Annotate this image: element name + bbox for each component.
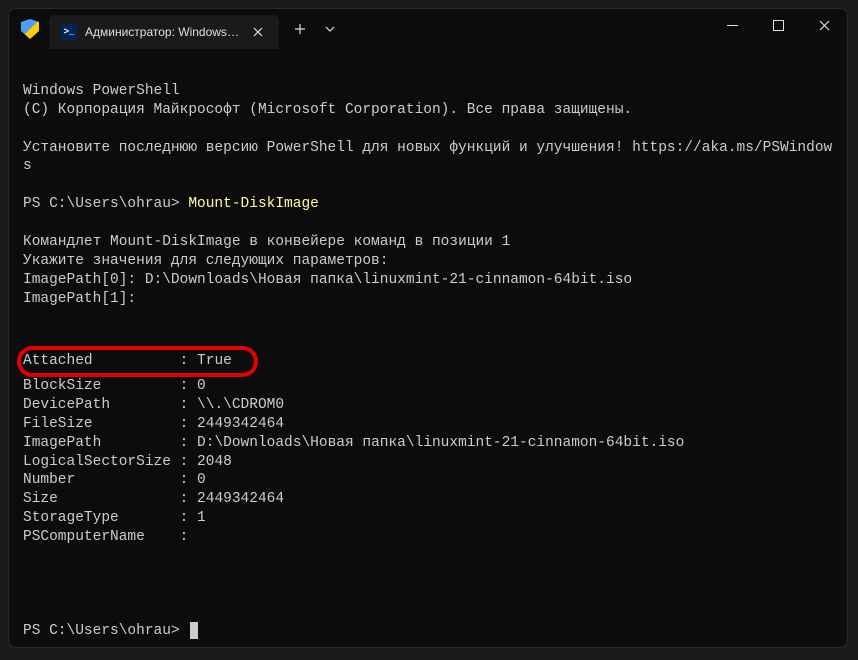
attached-value: True (188, 353, 232, 369)
cmdlet-line-3: ImagePath[0]: D:\Downloads\Новая папка\l… (23, 272, 632, 288)
terminal-output[interactable]: Windows PowerShell (C) Корпорация Майкро… (9, 49, 847, 648)
cmdlet-line-4: ImagePath[1]: (23, 291, 136, 307)
window-controls (709, 9, 847, 49)
prompt-path-2: PS C:\Users\ohrau> (23, 623, 188, 639)
number-key: Number (23, 472, 171, 488)
cmdlet-line-2: Укажите значения для следующих параметро… (23, 253, 388, 269)
logicalsector-key: LogicalSectorSize (23, 454, 171, 470)
attached-key: Attached (23, 353, 171, 369)
blocksize-key: BlockSize (23, 378, 171, 394)
titlebar: >_ Администратор: Windows Pc (9, 9, 847, 49)
devicepath-key: DevicePath (23, 397, 171, 413)
pscomputer-key: PSComputerName (23, 529, 171, 545)
blocksize-value: 0 (188, 378, 205, 394)
filesize-key: FileSize (23, 416, 171, 432)
close-tab-icon[interactable] (249, 23, 267, 41)
header-line-1: Windows PowerShell (23, 83, 180, 99)
prompt-path-1: PS C:\Users\ohrau> (23, 196, 188, 212)
tab-title: Администратор: Windows Pc (85, 25, 239, 39)
terminal-window: >_ Администратор: Windows Pc Windows Pow… (8, 8, 848, 648)
tab-active[interactable]: >_ Администратор: Windows Pc (49, 15, 279, 49)
size-key: Size (23, 491, 171, 507)
size-value: 2449342464 (188, 491, 284, 507)
new-tab-button[interactable] (285, 14, 315, 44)
header-line-2: (C) Корпорация Майкрософт (Microsoft Cor… (23, 102, 632, 118)
install-message: Установите последнюю версию PowerShell д… (23, 140, 832, 175)
filesize-value: 2449342464 (188, 416, 284, 432)
storagetype-value: 1 (188, 510, 205, 526)
minimize-button[interactable] (709, 9, 755, 41)
cmdlet-line-1: Командлет Mount-DiskImage в конвейере ко… (23, 234, 510, 250)
storagetype-key: StorageType (23, 510, 171, 526)
admin-shield-icon (21, 19, 39, 39)
imagepath-key: ImagePath (23, 435, 171, 451)
powershell-icon: >_ (61, 24, 77, 40)
cursor (190, 622, 198, 639)
tab-dropdown-button[interactable] (315, 14, 345, 44)
imagepath-value: D:\Downloads\Новая папка\linuxmint-21-ci… (188, 435, 684, 451)
highlighted-row: Attached : True (17, 346, 258, 377)
command-text: Mount-DiskImage (188, 196, 319, 212)
maximize-button[interactable] (755, 9, 801, 41)
logicalsector-value: 2048 (188, 454, 232, 470)
devicepath-value: \\.\CDROM0 (188, 397, 284, 413)
close-window-button[interactable] (801, 9, 847, 41)
number-value: 0 (188, 472, 205, 488)
